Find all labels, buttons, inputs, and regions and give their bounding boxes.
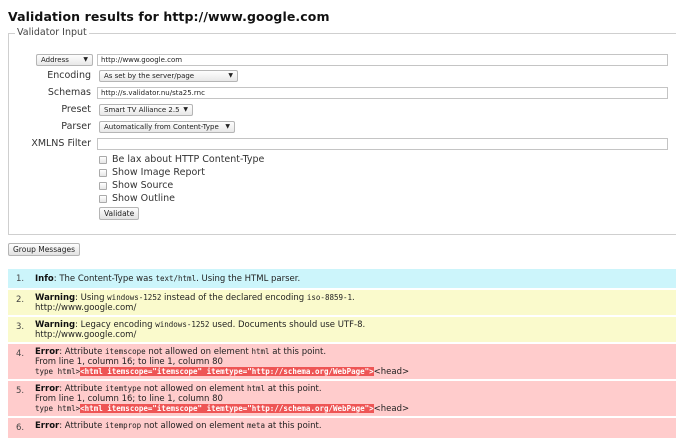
chevron-down-icon: ▼ — [183, 106, 188, 113]
address-mode-label: Address — [41, 56, 69, 64]
message-number: 2. — [16, 295, 25, 305]
page-title: Validation results for http://www.google… — [8, 9, 330, 24]
message-text: . Using the HTML parser. — [196, 274, 301, 284]
message-number: 5. — [16, 386, 25, 396]
xmlns-filter-label: XMLNS Filter — [31, 138, 91, 149]
message-code: windows-1252 — [155, 320, 210, 329]
show-image-report-checkbox-row[interactable]: Show Image Report — [99, 167, 205, 178]
extract-before: type html> — [35, 404, 81, 413]
message-warning: 2. Warning: Using windows-1252 instead o… — [8, 290, 676, 315]
encoding-select[interactable]: As set by the server/page ▼ — [99, 70, 238, 82]
validate-button[interactable]: Validate — [99, 207, 140, 220]
message-info: 1. Info: The Content-Type was text/html.… — [8, 269, 676, 288]
address-mode-select[interactable]: Address ▼ — [36, 54, 93, 66]
message-text: : Attribute — [59, 421, 106, 431]
extract-after: <head> — [373, 367, 410, 377]
message-location: From line 1, column 16; to line 1, colum… — [35, 357, 223, 367]
message-text: at this point. — [265, 384, 322, 394]
validator-input-fieldset: Validator Input Address ▼ http://www.goo… — [8, 27, 676, 235]
message-number: 6. — [16, 423, 25, 433]
message-url: http://www.google.com/ — [35, 303, 137, 313]
group-messages-button[interactable]: Group Messages — [8, 243, 80, 256]
message-code: html — [251, 347, 270, 356]
show-outline-checkbox[interactable] — [99, 194, 107, 203]
message-type: Error — [35, 347, 60, 357]
message-text: instead of the declared encoding — [161, 293, 307, 303]
message-text: not allowed on element — [141, 384, 247, 394]
message-number: 4. — [16, 349, 25, 359]
message-text: : The Content-Type was — [53, 274, 156, 284]
message-text: . — [352, 293, 355, 303]
encoding-label: Encoding — [47, 70, 91, 81]
message-code: itemprop — [105, 421, 142, 430]
message-text: : Using — [75, 293, 108, 303]
lax-content-type-checkbox[interactable] — [99, 155, 107, 164]
message-warning: 3. Warning: Legacy encoding windows-1252… — [8, 317, 676, 342]
preset-value: Smart TV Alliance 2.5 — [104, 106, 180, 114]
message-type: Warning — [35, 320, 76, 330]
checkbox-label: Show Image Report — [112, 167, 205, 178]
message-text: : Legacy encoding — [75, 320, 156, 330]
lax-content-type-checkbox-row[interactable]: Be lax about HTTP Content-Type — [99, 154, 264, 165]
message-code: windows-1252 — [107, 293, 162, 302]
parser-value: Automatically from Content-Type — [104, 123, 219, 131]
message-error: 5. Error: Attribute itemtype not allowed… — [8, 381, 676, 416]
extract-after: <head> — [373, 404, 410, 414]
message-code: meta — [246, 421, 266, 430]
show-image-report-checkbox[interactable] — [99, 168, 107, 177]
address-input[interactable]: http://www.google.com — [97, 54, 668, 66]
encoding-value: As set by the server/page — [104, 72, 195, 80]
message-location: From line 1, column 16; to line 1, colum… — [35, 394, 223, 404]
message-text: not allowed on element — [145, 347, 252, 357]
checkbox-label: Show Source — [112, 180, 174, 191]
preset-label: Preset — [61, 104, 91, 115]
message-code: itemtype — [105, 384, 142, 393]
message-url: http://www.google.com/ — [35, 330, 137, 340]
checkbox-label: Be lax about HTTP Content-Type — [112, 154, 265, 165]
checkbox-label: Show Outline — [112, 193, 176, 204]
message-text: at this point. — [265, 421, 322, 431]
message-code: html — [246, 384, 266, 393]
xmlns-filter-input[interactable] — [97, 138, 668, 150]
parser-select[interactable]: Automatically from Content-Type ▼ — [99, 121, 235, 133]
chevron-down-icon: ▼ — [228, 72, 233, 79]
message-text: used. Documents should use UTF-8. — [209, 320, 366, 330]
extract-highlight: <html itemscope="itemscope" itemtype="ht… — [80, 367, 374, 376]
message-code: text/html — [155, 274, 197, 283]
extract-highlight: <html itemscope="itemscope" itemtype="ht… — [80, 404, 374, 413]
validator-input-legend: Validator Input — [15, 27, 89, 38]
message-text: : Attribute — [59, 347, 106, 357]
show-source-checkbox[interactable] — [99, 181, 107, 190]
message-list: 1. Info: The Content-Type was text/html.… — [8, 269, 676, 440]
preset-select[interactable]: Smart TV Alliance 2.5 ▼ — [99, 104, 193, 116]
message-text: at this point. — [269, 347, 327, 357]
message-error: 6. Error: Attribute itemprop not allowed… — [8, 418, 676, 438]
message-type: Warning — [35, 293, 76, 303]
message-text: : Attribute — [59, 384, 106, 394]
chevron-down-icon: ▼ — [225, 123, 230, 130]
show-source-checkbox-row[interactable]: Show Source — [99, 180, 173, 191]
message-extract: type html><html itemscope="itemscope" it… — [35, 367, 672, 377]
extract-before: type html> — [35, 367, 81, 376]
message-code: iso-8859-1 — [306, 293, 353, 302]
message-error: 4. Error: Attribute itemscope not allowe… — [8, 344, 676, 379]
schemas-label: Schemas — [47, 87, 91, 98]
message-code: itemscope — [105, 347, 146, 356]
schemas-input[interactable]: http://s.validator.nu/sta25.rnc — [97, 87, 668, 99]
message-type: Error — [35, 384, 60, 394]
message-text: not allowed on element — [141, 421, 247, 431]
show-outline-checkbox-row[interactable]: Show Outline — [99, 193, 175, 204]
message-extract: type html><html itemscope="itemscope" it… — [35, 404, 672, 414]
chevron-down-icon: ▼ — [83, 56, 88, 63]
message-type: Error — [35, 421, 60, 431]
message-number: 3. — [16, 322, 25, 332]
parser-label: Parser — [61, 121, 91, 132]
message-number: 1. — [16, 274, 25, 284]
message-type: Info — [35, 274, 54, 284]
